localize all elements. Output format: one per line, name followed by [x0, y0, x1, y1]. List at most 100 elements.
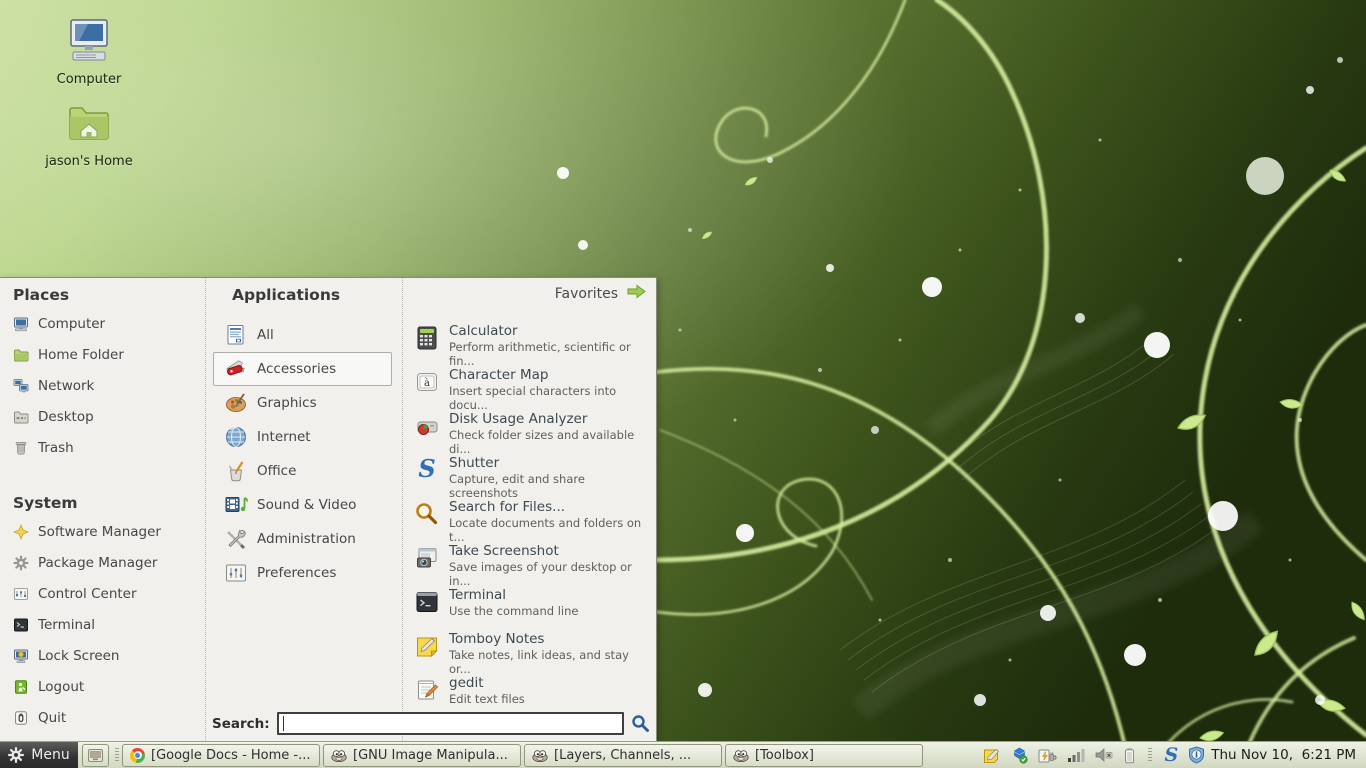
tray-grip	[1147, 747, 1152, 763]
svg-text:à: à	[424, 378, 430, 389]
dropbox-tray-icon[interactable]	[1011, 747, 1028, 764]
app-title: Terminal	[449, 587, 507, 603]
system-item-software-manager[interactable]: Software Manager	[0, 516, 205, 547]
system-item-label: Package Manager	[38, 554, 158, 571]
taskbar-window-layers-channels[interactable]: [Layers, Channels, ...	[524, 743, 722, 767]
panel-grip	[115, 747, 119, 763]
mint-menu: Places Computer Home Folder Network Desk…	[0, 277, 657, 741]
app-title: Take Screenshot	[449, 543, 559, 559]
sound-video-icon	[224, 493, 248, 517]
system-item-terminal[interactable]: Terminal	[0, 609, 205, 640]
tomboy-note-tray-icon[interactable]	[983, 747, 1001, 764]
logout-icon	[13, 679, 29, 695]
show-desktop-button[interactable]	[82, 743, 109, 767]
home-folder-icon	[13, 347, 29, 363]
app-title: Calculator	[449, 323, 518, 339]
system-item-logout[interactable]: Logout	[0, 671, 205, 702]
graphics-icon	[224, 391, 248, 415]
network-signal-tray-icon[interactable]	[1067, 747, 1085, 763]
system-item-package-manager[interactable]: Package Manager	[0, 547, 205, 578]
places-item-label: Computer	[38, 315, 106, 332]
places-item-computer[interactable]: Computer	[0, 308, 205, 339]
preferences-icon	[224, 561, 248, 585]
system-item-lock-screen[interactable]: Lock Screen	[0, 640, 205, 671]
network-icon	[13, 378, 29, 394]
desktop: Computer jason's Home Places Computer Ho…	[0, 0, 1366, 768]
places-item-trash[interactable]: Trash	[0, 432, 205, 463]
taskbar: Menu [Google Docs - Home -... [GNU Image…	[0, 741, 1366, 768]
taskbar-window-gimp[interactable]: [GNU Image Manipula...	[323, 743, 521, 767]
gedit-icon	[414, 677, 440, 703]
quit-icon	[13, 710, 29, 726]
category-label: Administration	[257, 531, 356, 547]
places-item-network[interactable]: Network	[0, 370, 205, 401]
internet-icon	[224, 425, 248, 449]
places-item-label: Home Folder	[38, 346, 124, 363]
desktop-icon-computer[interactable]: Computer	[44, 16, 134, 87]
shutter-tray-icon[interactable]: S	[1165, 745, 1179, 764]
menu-categories-column: Applications All Accessories Graphics In…	[207, 278, 403, 741]
character-map-icon: à	[414, 369, 440, 395]
app-description: Save images of your desktop or in...	[449, 560, 632, 588]
app-item-calculator[interactable]: Calculator Perform arithmetic, scientific…	[410, 322, 653, 368]
app-text: Shutter Capture, edit and share screensho…	[449, 454, 653, 500]
update-shield-tray-icon[interactable]	[1188, 746, 1205, 764]
system-item-control-center[interactable]: Control Center	[0, 578, 205, 609]
desktop-icon-jasons-home[interactable]: jason's Home	[44, 100, 134, 169]
app-item-take-screenshot[interactable]: Take Screenshot Save images of your deskt…	[410, 542, 653, 588]
gimp-wilber-icon	[331, 749, 347, 762]
category-administration[interactable]: Administration	[213, 522, 392, 556]
app-item-shutter[interactable]: S Shutter Capture, edit and share screens…	[410, 454, 653, 500]
office-icon	[224, 459, 248, 483]
category-accessories[interactable]: Accessories	[213, 352, 392, 386]
calculator-icon	[414, 325, 440, 351]
category-office[interactable]: Office	[213, 454, 392, 488]
system-item-label: Terminal	[38, 616, 96, 633]
places-item-home-folder[interactable]: Home Folder	[0, 339, 205, 370]
app-description: Use the command line	[449, 604, 579, 618]
administration-icon	[224, 527, 248, 551]
system-section: System Software Manager Package Manager …	[0, 486, 205, 733]
category-all[interactable]: All	[213, 318, 392, 352]
app-title: Disk Usage Analyzer	[449, 411, 588, 427]
taskbar-window-google-docs[interactable]: [Google Docs - Home -...	[122, 743, 320, 767]
battery-tray-icon[interactable]	[1124, 747, 1135, 764]
apps-list: Calculator Perform arithmetic, scientific…	[410, 322, 653, 718]
app-title: Character Map	[449, 367, 549, 383]
app-item-character-map[interactable]: à Character Map Insert special characters…	[410, 366, 653, 412]
menu-button-label: Menu	[31, 747, 70, 763]
app-item-disk-usage-analyzer[interactable]: Disk Usage Analyzer Check folder sizes an…	[410, 410, 653, 456]
category-internet[interactable]: Internet	[213, 420, 392, 454]
category-preferences[interactable]: Preferences	[213, 556, 392, 590]
all-categories-icon	[224, 323, 248, 347]
category-graphics[interactable]: Graphics	[213, 386, 392, 420]
taskbar-window-toolbox[interactable]: [Toolbox]	[725, 743, 923, 767]
gear-icon	[8, 747, 25, 763]
system-item-label: Lock Screen	[38, 647, 120, 664]
app-description: Capture, edit and share screenshots	[449, 472, 585, 500]
terminal-icon	[13, 617, 29, 633]
window-button-label: [Toolbox]	[755, 747, 814, 763]
clock[interactable]: Thu Nov 10, 6:21 PM	[1205, 747, 1366, 763]
search-magnifier-icon[interactable]	[631, 714, 650, 733]
terminal-app-icon	[414, 589, 440, 615]
category-label: Accessories	[257, 361, 337, 377]
app-item-search-for-files[interactable]: Search for Files... Locate documents and …	[410, 498, 653, 544]
places-item-desktop[interactable]: Desktop	[0, 401, 205, 432]
app-item-tomboy-notes[interactable]: Tomboy Notes Take notes, link ideas, and …	[410, 630, 653, 676]
search-input[interactable]	[276, 712, 624, 735]
app-text: Calculator Perform arithmetic, scientific…	[449, 322, 653, 368]
menu-button[interactable]: Menu	[0, 742, 78, 768]
category-sound-video[interactable]: Sound & Video	[213, 488, 392, 522]
app-title: Shutter	[449, 455, 500, 471]
favorites-button[interactable]: Favorites	[555, 284, 647, 303]
favorites-arrow-icon	[626, 284, 647, 303]
volume-muted-tray-icon[interactable]	[1095, 747, 1114, 763]
system-item-quit[interactable]: Quit	[0, 702, 205, 733]
app-item-terminal[interactable]: Terminal Use the command line	[410, 586, 653, 630]
power-manager-tray-icon[interactable]	[1038, 747, 1057, 764]
search-input-wrap	[276, 712, 624, 735]
app-text: Character Map Insert special characters i…	[449, 366, 653, 412]
system-item-label: Logout	[38, 678, 85, 695]
category-label: Internet	[257, 429, 311, 445]
